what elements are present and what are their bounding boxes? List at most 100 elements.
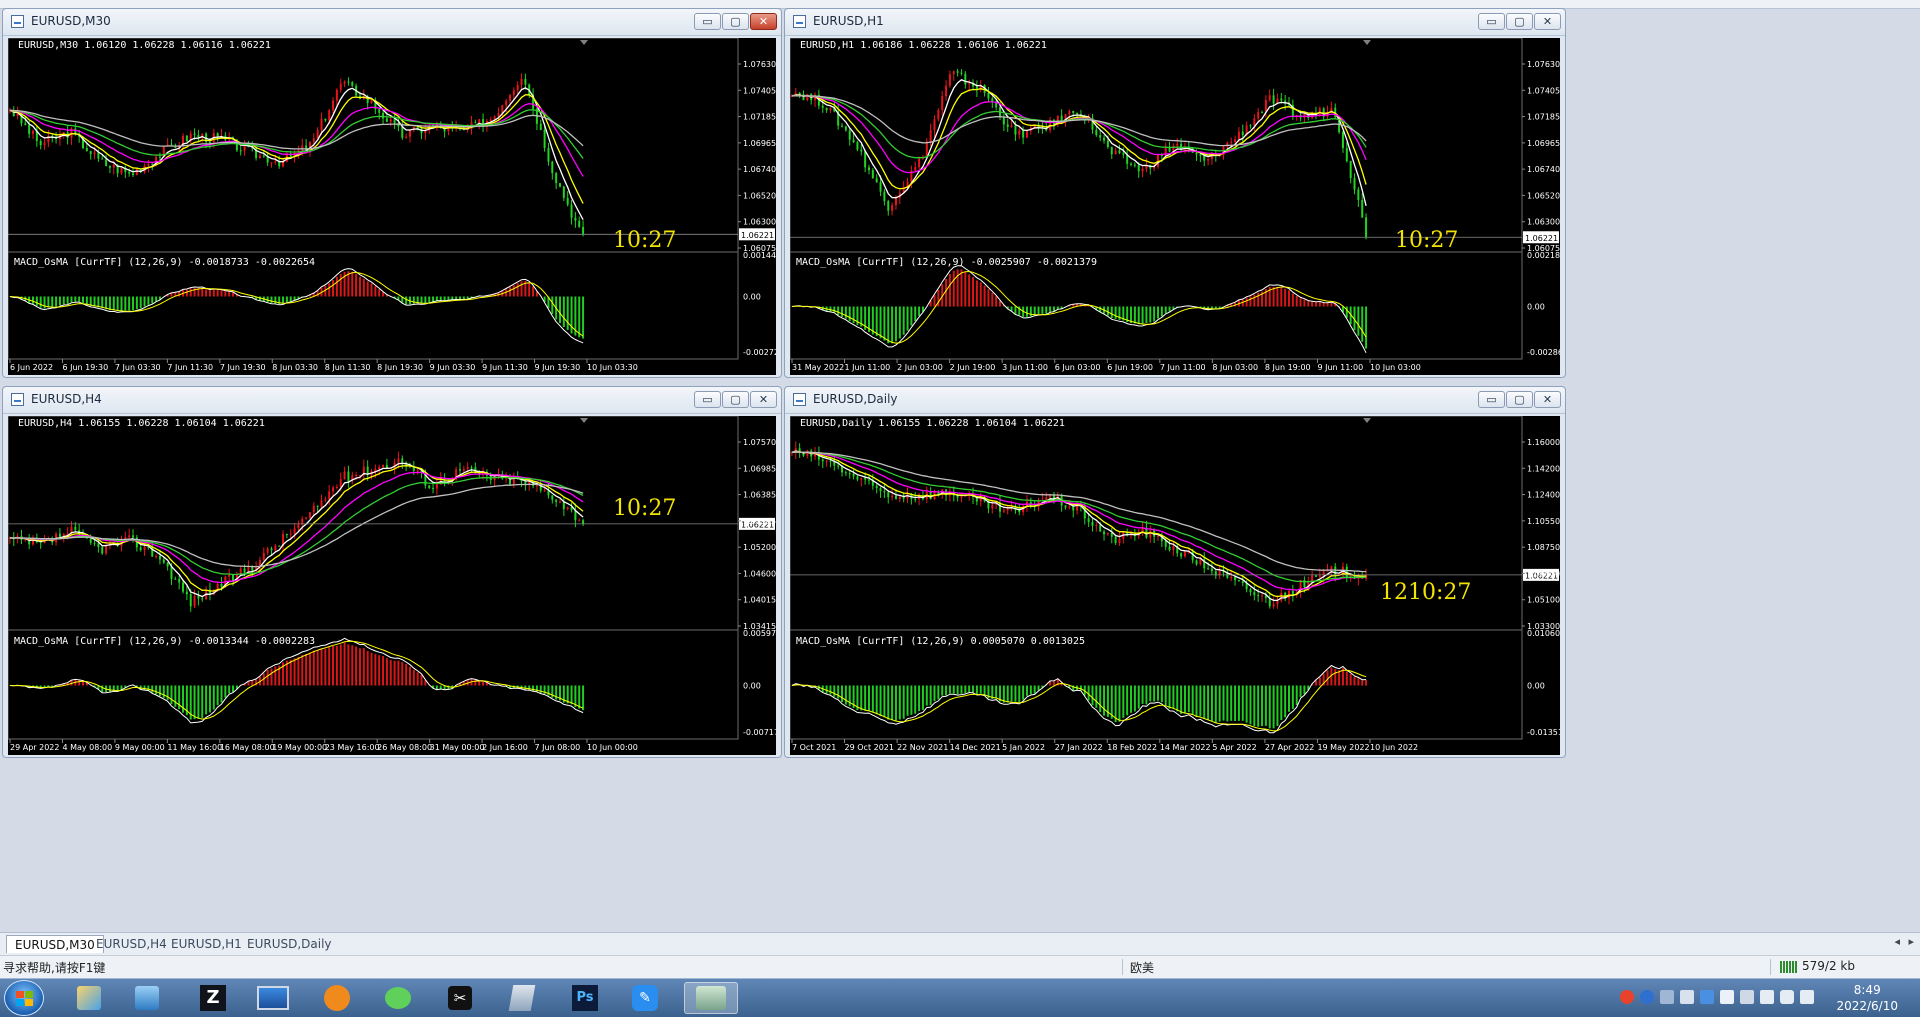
time-tick-label: 2 Jun 16:00 [482, 743, 528, 752]
window-titlebar[interactable]: EURUSD,M30 ▭ ▢ ✕ [3, 9, 781, 36]
desktop-icon[interactable] [250, 982, 296, 1014]
minimize-button[interactable]: ▭ [694, 391, 721, 408]
minimize-button[interactable]: ▭ [694, 13, 721, 30]
signal-icon[interactable] [1800, 990, 1814, 1004]
pen-app-icon[interactable]: ✎ [622, 982, 668, 1014]
window-title: EURUSD,M30 [31, 14, 111, 28]
users-icon[interactable] [124, 982, 170, 1014]
time-tick-label: 6 Jun 19:30 [62, 363, 108, 372]
status-profile: 欧美 [1130, 959, 1154, 976]
clock[interactable]: 8:49 2022/6/10 [1836, 982, 1898, 1014]
chart-window-daily[interactable]: EURUSD,Daily ▭ ▢ ✕ 1.062211.160001.14200… [784, 386, 1566, 758]
sogou-icon[interactable] [1620, 990, 1634, 1004]
candle-timer: 10:27 [613, 228, 676, 253]
time-tick-label: 29 Apr 2022 [10, 743, 59, 752]
time-tick-label: 10 Jun 2022 [1370, 743, 1418, 752]
photoshop-icon[interactable]: Ps [562, 982, 608, 1014]
chart-window-icon [11, 393, 24, 406]
minimize-button[interactable]: ▭ [1478, 13, 1505, 30]
start-button[interactable] [4, 980, 44, 1016]
notes-icon[interactable] [499, 982, 545, 1014]
macd-tick-label: -0.0028646 [1527, 348, 1560, 357]
close-button[interactable]: ✕ [750, 13, 777, 30]
metatrader-icon[interactable] [684, 982, 738, 1014]
tab-eurusd-h4[interactable]: EURUSD,H4 [88, 935, 175, 953]
time-tick-label: 7 Jun 11:30 [167, 363, 213, 372]
close-button[interactable]: ✕ [1534, 13, 1561, 30]
time-tick-label: 8 Jun 03:00 [1212, 363, 1258, 372]
time-tick-label: 8 Jun 19:30 [377, 363, 423, 372]
paint-icon[interactable] [66, 982, 112, 1014]
z-app-icon[interactable]: Z [190, 982, 236, 1014]
price-tick-label: 1.08750 [1527, 543, 1560, 552]
shield-icon[interactable] [1720, 990, 1734, 1004]
battery-icon[interactable] [1760, 990, 1774, 1004]
time-tick-label: 9 Jun 11:00 [1317, 363, 1363, 372]
price-tick-label: 1.14200 [1527, 464, 1560, 473]
close-button[interactable]: ✕ [1534, 391, 1561, 408]
status-traffic: 579/2 kb [1802, 959, 1855, 973]
maximize-button[interactable]: ▢ [1506, 13, 1533, 30]
tab-scroll-right-icon[interactable]: ▸ [1908, 935, 1914, 948]
chart-info: EURUSD,H4 1.06155 1.06228 1.06104 1.0622… [18, 418, 265, 429]
price-tick-label: 1.07405 [1527, 86, 1560, 95]
maximize-button[interactable]: ▢ [722, 13, 749, 30]
status-help-text: 寻求帮助,请按F1键 [3, 959, 105, 976]
chart-window-m30[interactable]: EURUSD,M30 ▭ ▢ ✕ 1.062211.076301.074051.… [2, 8, 782, 378]
time-tick-label: 19 May 2022 [1317, 743, 1369, 752]
price-tick-label: 1.05785 [743, 517, 776, 526]
time-tick-label: 9 Jun 11:30 [482, 363, 528, 372]
chart-window-h1[interactable]: EURUSD,H1 ▭ ▢ ✕ 1.062211.076301.074051.0… [784, 8, 1566, 378]
time-tick-label: 26 May 08:00 [377, 743, 432, 752]
macd-tick-label: 0.00 [1527, 682, 1545, 691]
tab-eurusd-h1[interactable]: EURUSD,H1 [163, 935, 250, 953]
svg-text:1.06221: 1.06221 [741, 231, 774, 240]
macd-tick-label: 0.0014461 [743, 251, 776, 260]
time-tick-label: 22 Nov 2021 [897, 743, 948, 752]
status-bar: 寻求帮助,请按F1键 欧美 579/2 kb [0, 955, 1920, 978]
chart-window-h4[interactable]: EURUSD,H4 ▭ ▢ ✕ 1.062211.075701.069851.0… [2, 386, 782, 758]
windows-logo-icon [16, 991, 33, 1006]
chart-area[interactable]: 1.062211.160001.142001.124001.105501.087… [790, 416, 1560, 755]
window-titlebar[interactable]: EURUSD,H1 ▭ ▢ ✕ [785, 9, 1565, 36]
clock-date: 2022/6/10 [1836, 998, 1898, 1014]
maximize-button[interactable]: ▢ [1506, 391, 1533, 408]
price-tick-label: 1.05100 [1527, 596, 1560, 605]
chart-tab-bar: EURUSD,M30 EURUSD,H4 EURUSD,H1 EURUSD,Da… [0, 932, 1920, 955]
chart-area[interactable]: 1.062211.076301.074051.071851.069651.067… [8, 38, 776, 375]
price-tick-label: 1.07185 [743, 113, 776, 122]
window-titlebar[interactable]: EURUSD,H4 ▭ ▢ ✕ [3, 387, 781, 414]
candle-timer: 1210:27 [1380, 580, 1471, 605]
window-title: EURUSD,H1 [813, 14, 884, 28]
time-tick-label: 18 Feb 2022 [1107, 743, 1157, 752]
chart-area[interactable]: 1.062211.075701.069851.063851.057851.052… [8, 416, 776, 755]
minimize-button[interactable]: ▭ [1478, 391, 1505, 408]
flag-icon[interactable] [1740, 990, 1754, 1004]
volume-icon[interactable] [1780, 990, 1794, 1004]
price-tick-label: 1.06965 [1527, 139, 1560, 148]
bluetooth-icon[interactable] [1700, 990, 1714, 1004]
time-tick-label: 23 May 16:00 [325, 743, 380, 752]
macd-label: MACD_OsMA [CurrTF] (12,26,9) 0.0005070 0… [796, 636, 1085, 647]
price-tick-label: 1.06900 [1527, 569, 1560, 578]
macd-tick-label: 0.0106004 [1527, 629, 1560, 638]
maximize-button[interactable]: ▢ [722, 391, 749, 408]
time-tick-label: 1 Jun 11:00 [845, 363, 891, 372]
capcut-icon[interactable]: ✂ [437, 982, 483, 1014]
wechat-icon[interactable] [375, 982, 421, 1014]
price-tick-label: 1.06740 [743, 165, 776, 174]
tab-scroll-left-icon[interactable]: ◂ [1894, 935, 1900, 948]
window-titlebar[interactable]: EURUSD,Daily ▭ ▢ ✕ [785, 387, 1565, 414]
taskbar: Z ✂ Ps ✎ 8:49 2022/6/10 [0, 978, 1920, 1017]
chart-info: EURUSD,M30 1.06120 1.06228 1.06116 1.062… [18, 40, 271, 51]
price-tick-label: 1.05200 [743, 543, 776, 552]
close-button[interactable]: ✕ [750, 391, 777, 408]
svg-text:1.06221: 1.06221 [1525, 234, 1558, 243]
help-icon[interactable] [1640, 990, 1654, 1004]
network-adapter-icon[interactable] [1660, 990, 1674, 1004]
screen-icon[interactable] [1680, 990, 1694, 1004]
time-tick-label: 7 Jun 11:00 [1160, 363, 1206, 372]
chart-area[interactable]: 1.062211.076301.074051.071851.069651.067… [790, 38, 1560, 375]
orange-app-icon[interactable] [314, 982, 360, 1014]
tab-eurusd-daily[interactable]: EURUSD,Daily [239, 935, 340, 953]
